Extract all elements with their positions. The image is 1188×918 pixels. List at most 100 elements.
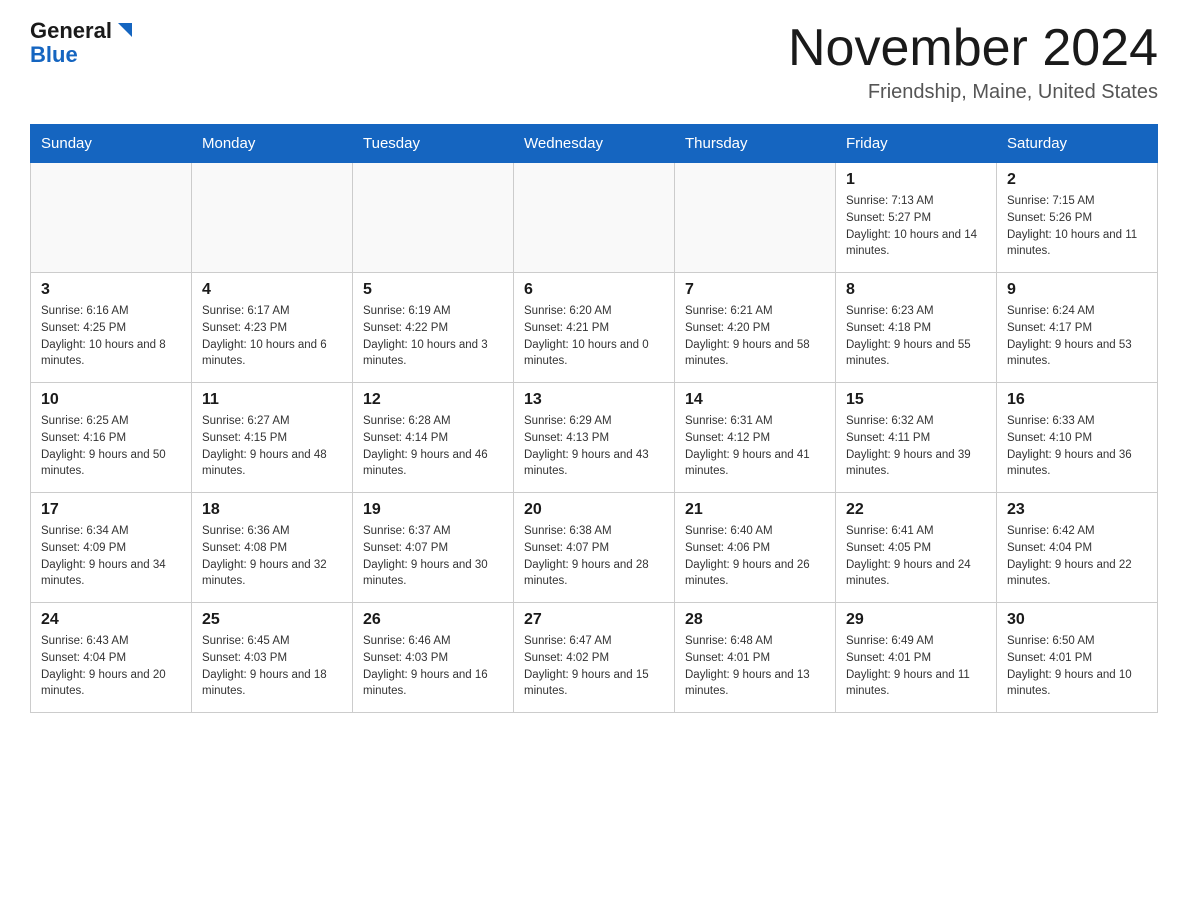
- logo-blue-text: Blue: [30, 42, 78, 68]
- day-number: 17: [41, 501, 181, 519]
- day-info: Sunrise: 6:21 AMSunset: 4:20 PMDaylight:…: [685, 303, 825, 370]
- calendar-cell: 14 Sunrise: 6:31 AMSunset: 4:12 PMDayligh…: [675, 383, 836, 493]
- day-number: 10: [41, 391, 181, 409]
- calendar-cell: 10Sunrise: 6:25 AMSunset: 4:16 PMDayligh…: [31, 383, 192, 493]
- day-info: Sunrise: 6:41 AMSunset: 4:05 PMDaylight:…: [846, 523, 986, 590]
- day-of-week-header: Monday: [192, 125, 353, 163]
- week-row: 1Sunrise: 7:13 AMSunset: 5:27 PMDaylight…: [31, 163, 1158, 273]
- calendar-cell: 20 Sunrise: 6:38 AMSunset: 4:07 PMDayligh…: [514, 493, 675, 603]
- day-number: 26: [363, 611, 503, 629]
- month-title: November 2024: [788, 20, 1158, 77]
- calendar-cell: [675, 163, 836, 273]
- calendar-cell: 16 Sunrise: 6:33 AMSunset: 4:10 PMDayligh…: [997, 383, 1158, 493]
- day-number: 27: [524, 611, 664, 629]
- day-info: Sunrise: 6:20 AMSunset: 4:21 PMDaylight:…: [524, 303, 664, 370]
- day-info: Sunrise: 6:24 AMSunset: 4:17 PMDaylight:…: [1007, 303, 1147, 370]
- day-info: Sunrise: 6:17 AMSunset: 4:23 PMDaylight:…: [202, 303, 342, 370]
- week-row: 10Sunrise: 6:25 AMSunset: 4:16 PMDayligh…: [31, 383, 1158, 493]
- week-row: 24 Sunrise: 6:43 AMSunset: 4:04 PMDayligh…: [31, 603, 1158, 713]
- logo-triangle-icon: [114, 19, 136, 41]
- calendar-cell: 15 Sunrise: 6:32 AMSunset: 4:11 PMDayligh…: [836, 383, 997, 493]
- calendar-cell: 25Sunrise: 6:45 AMSunset: 4:03 PMDayligh…: [192, 603, 353, 713]
- calendar-cell: 2 Sunrise: 7:15 AMSunset: 5:26 PMDaylight…: [997, 163, 1158, 273]
- calendar-cell: 21 Sunrise: 6:40 AMSunset: 4:06 PMDayligh…: [675, 493, 836, 603]
- day-info: Sunrise: 6:27 AMSunset: 4:15 PMDaylight:…: [202, 413, 342, 480]
- calendar-cell: 30 Sunrise: 6:50 AMSunset: 4:01 PMDayligh…: [997, 603, 1158, 713]
- day-number: 14: [685, 391, 825, 409]
- day-info: Sunrise: 6:38 AMSunset: 4:07 PMDaylight:…: [524, 523, 664, 590]
- week-row: 17 Sunrise: 6:34 AMSunset: 4:09 PMDayligh…: [31, 493, 1158, 603]
- day-number: 21: [685, 501, 825, 519]
- calendar-cell: [353, 163, 514, 273]
- calendar-cell: 23 Sunrise: 6:42 AMSunset: 4:04 PMDayligh…: [997, 493, 1158, 603]
- location-text: Friendship, Maine, United States: [788, 81, 1158, 104]
- day-number: 7: [685, 281, 825, 299]
- calendar-cell: 5 Sunrise: 6:19 AMSunset: 4:22 PMDaylight…: [353, 273, 514, 383]
- day-number: 29: [846, 611, 986, 629]
- day-info: Sunrise: 6:45 AMSunset: 4:03 PMDaylight:…: [202, 633, 342, 700]
- logo-general-text: General: [30, 20, 112, 42]
- day-number: 24: [41, 611, 181, 629]
- day-info: Sunrise: 6:23 AMSunset: 4:18 PMDaylight:…: [846, 303, 986, 370]
- calendar-cell: 24 Sunrise: 6:43 AMSunset: 4:04 PMDayligh…: [31, 603, 192, 713]
- logo: General Blue: [30, 20, 136, 68]
- day-info: Sunrise: 7:15 AMSunset: 5:26 PMDaylight:…: [1007, 193, 1147, 260]
- calendar-cell: 12Sunrise: 6:28 AMSunset: 4:14 PMDayligh…: [353, 383, 514, 493]
- calendar-cell: 22 Sunrise: 6:41 AMSunset: 4:05 PMDayligh…: [836, 493, 997, 603]
- calendar-cell: 29 Sunrise: 6:49 AMSunset: 4:01 PMDayligh…: [836, 603, 997, 713]
- day-info: Sunrise: 6:42 AMSunset: 4:04 PMDaylight:…: [1007, 523, 1147, 590]
- day-info: Sunrise: 6:19 AMSunset: 4:22 PMDaylight:…: [363, 303, 503, 370]
- day-number: 3: [41, 281, 181, 299]
- day-number: 30: [1007, 611, 1147, 629]
- calendar-cell: 4 Sunrise: 6:17 AMSunset: 4:23 PMDaylight…: [192, 273, 353, 383]
- day-info: Sunrise: 6:16 AMSunset: 4:25 PMDaylight:…: [41, 303, 181, 370]
- calendar-cell: 18 Sunrise: 6:36 AMSunset: 4:08 PMDayligh…: [192, 493, 353, 603]
- day-info: Sunrise: 6:33 AMSunset: 4:10 PMDaylight:…: [1007, 413, 1147, 480]
- day-info: Sunrise: 6:40 AMSunset: 4:06 PMDaylight:…: [685, 523, 825, 590]
- day-number: 19: [363, 501, 503, 519]
- calendar-cell: 11 Sunrise: 6:27 AMSunset: 4:15 PMDayligh…: [192, 383, 353, 493]
- calendar-cell: 26Sunrise: 6:46 AMSunset: 4:03 PMDayligh…: [353, 603, 514, 713]
- day-of-week-header: Wednesday: [514, 125, 675, 163]
- day-info: Sunrise: 6:34 AMSunset: 4:09 PMDaylight:…: [41, 523, 181, 590]
- day-of-week-header: Friday: [836, 125, 997, 163]
- calendar-cell: 7 Sunrise: 6:21 AMSunset: 4:20 PMDaylight…: [675, 273, 836, 383]
- day-info: Sunrise: 6:32 AMSunset: 4:11 PMDaylight:…: [846, 413, 986, 480]
- day-info: Sunrise: 6:43 AMSunset: 4:04 PMDaylight:…: [41, 633, 181, 700]
- day-info: Sunrise: 6:49 AMSunset: 4:01 PMDaylight:…: [846, 633, 986, 700]
- day-of-week-header: Thursday: [675, 125, 836, 163]
- calendar-cell: 27Sunrise: 6:47 AMSunset: 4:02 PMDayligh…: [514, 603, 675, 713]
- day-number: 2: [1007, 171, 1147, 189]
- day-info: Sunrise: 6:31 AMSunset: 4:12 PMDaylight:…: [685, 413, 825, 480]
- day-number: 4: [202, 281, 342, 299]
- day-info: Sunrise: 6:50 AMSunset: 4:01 PMDaylight:…: [1007, 633, 1147, 700]
- calendar-cell: 28 Sunrise: 6:48 AMSunset: 4:01 PMDayligh…: [675, 603, 836, 713]
- day-of-week-header: Sunday: [31, 125, 192, 163]
- day-number: 11: [202, 391, 342, 409]
- day-number: 20: [524, 501, 664, 519]
- day-number: 28: [685, 611, 825, 629]
- calendar-cell: 3 Sunrise: 6:16 AMSunset: 4:25 PMDaylight…: [31, 273, 192, 383]
- day-number: 18: [202, 501, 342, 519]
- day-number: 5: [363, 281, 503, 299]
- day-of-week-header: Tuesday: [353, 125, 514, 163]
- day-number: 23: [1007, 501, 1147, 519]
- calendar-cell: [514, 163, 675, 273]
- day-info: Sunrise: 6:48 AMSunset: 4:01 PMDaylight:…: [685, 633, 825, 700]
- calendar-table: SundayMondayTuesdayWednesdayThursdayFrid…: [30, 124, 1158, 713]
- day-number: 9: [1007, 281, 1147, 299]
- day-number: 15: [846, 391, 986, 409]
- day-of-week-header: Saturday: [997, 125, 1158, 163]
- calendar-cell: 8Sunrise: 6:23 AMSunset: 4:18 PMDaylight…: [836, 273, 997, 383]
- calendar-header-row: SundayMondayTuesdayWednesdayThursdayFrid…: [31, 125, 1158, 163]
- day-number: 1: [846, 171, 986, 189]
- day-number: 16: [1007, 391, 1147, 409]
- day-number: 12: [363, 391, 503, 409]
- calendar-cell: 9 Sunrise: 6:24 AMSunset: 4:17 PMDaylight…: [997, 273, 1158, 383]
- title-block: November 2024 Friendship, Maine, United …: [788, 20, 1158, 104]
- calendar-cell: 1Sunrise: 7:13 AMSunset: 5:27 PMDaylight…: [836, 163, 997, 273]
- calendar-cell: 19Sunrise: 6:37 AMSunset: 4:07 PMDayligh…: [353, 493, 514, 603]
- day-info: Sunrise: 6:36 AMSunset: 4:08 PMDaylight:…: [202, 523, 342, 590]
- day-number: 22: [846, 501, 986, 519]
- day-info: Sunrise: 6:29 AMSunset: 4:13 PMDaylight:…: [524, 413, 664, 480]
